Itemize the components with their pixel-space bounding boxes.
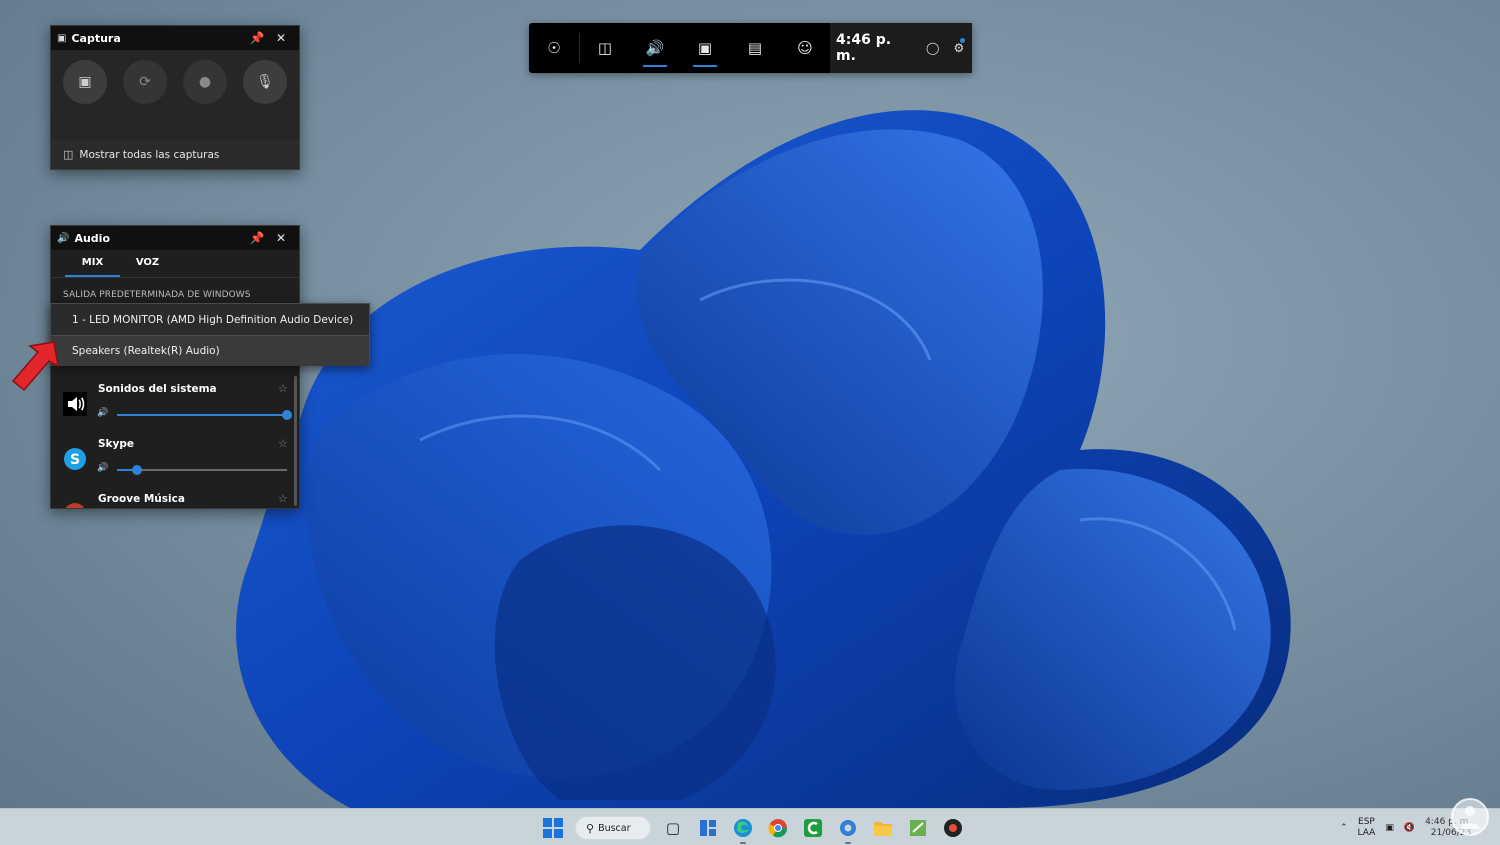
red-arrow-annotation — [11, 341, 59, 392]
network-icon[interactable]: ▣ — [1385, 823, 1394, 833]
chevron-up-icon[interactable]: ⌃ — [1340, 823, 1348, 833]
pin-icon[interactable]: 📌 — [245, 231, 269, 245]
show-all-captures-label: Mostrar todas las capturas — [79, 148, 220, 161]
app-name: Skype — [98, 438, 135, 450]
record-last-icon: ⟳ — [139, 74, 151, 90]
notification-dot — [960, 38, 965, 43]
widget-menu-icon: ◫ — [597, 39, 613, 57]
folder-icon — [874, 822, 892, 836]
output-option-speakers[interactable]: Speakers (Realtek(R) Audio) — [51, 335, 369, 366]
people-icon: ☺ — [797, 39, 813, 57]
greenshot-button[interactable] — [905, 815, 931, 841]
record-last-button[interactable]: ⟳ — [123, 60, 167, 104]
capture-widget-button[interactable]: ▣ — [680, 23, 730, 73]
audio-scrollbar[interactable] — [294, 376, 297, 506]
settings-gear-icon — [840, 820, 856, 836]
star-icon[interactable]: ☆ — [278, 382, 288, 395]
performance-icon: ▤ — [747, 39, 763, 57]
media-icon — [944, 819, 962, 837]
app-name: Groove Música — [98, 493, 185, 505]
audio-tabs: MIX VOZ — [51, 250, 299, 278]
solvetic-logo — [1451, 798, 1489, 836]
audio-title: Audio — [74, 231, 110, 245]
capture-header[interactable]: ▣ Captura 📌 ✕ — [51, 26, 299, 50]
output-device-dropdown: 1 - LED MONITOR (AMD High Definition Aud… — [50, 303, 370, 366]
capture-icon: ▣ — [697, 39, 713, 57]
speaker-icon: 🔊 — [645, 39, 665, 57]
search-label: Buscar — [598, 822, 631, 834]
star-icon[interactable]: ☆ — [278, 492, 288, 505]
mic-toggle-button[interactable]: 🎙 — [243, 60, 287, 104]
performance-widget-button[interactable]: ▤ — [730, 23, 780, 73]
app-name: Sonidos del sistema — [98, 383, 217, 395]
task-view-button[interactable]: ▢ — [660, 815, 686, 841]
xbox-button[interactable]: ☉ — [529, 23, 579, 73]
gallery-icon: ◫ — [63, 148, 74, 161]
volume-icon[interactable]: 🔊 — [97, 408, 108, 418]
widgets-button[interactable] — [695, 815, 721, 841]
media-app-button[interactable] — [940, 815, 966, 841]
settings-button[interactable]: ⚙ — [946, 38, 972, 55]
record-icon: ● — [198, 74, 212, 90]
svg-text:S: S — [70, 452, 80, 468]
edge-icon — [734, 819, 752, 837]
camtasia-button[interactable] — [800, 815, 826, 841]
volume-muted-icon[interactable]: 🔇 — [1404, 823, 1415, 833]
camera-icon: ▣ — [78, 74, 92, 90]
game-bar: ☉ ◫ 🔊 ▣ ▤ ☺ 4:46 p. m. ◯ ⚙ — [529, 23, 972, 73]
capture-title: Captura — [71, 31, 121, 45]
mouse-icon[interactable]: ◯ — [920, 41, 946, 55]
capture-widget: ▣ Captura 📌 ✕ ▣ ⟳ ● 🎙 ◫ Mostrar todas la… — [50, 25, 300, 170]
record-button[interactable]: ● — [183, 60, 227, 104]
volume-icon[interactable]: 🔊 — [97, 463, 108, 473]
audio-header[interactable]: 🔊 Audio 📌 ✕ — [51, 226, 299, 250]
list-item-skype: S Skype ☆ 🔊 — [51, 426, 299, 481]
tab-voz[interactable]: VOZ — [120, 250, 175, 277]
volume-slider[interactable] — [117, 410, 292, 420]
windows-icon — [543, 818, 563, 838]
taskbar-search[interactable]: ⚲ Buscar — [575, 816, 651, 840]
tab-mix[interactable]: MIX — [65, 250, 120, 277]
list-item-groove: Groove Música ☆ — [51, 481, 299, 508]
output-option-led-monitor[interactable]: 1 - LED MONITOR (AMD High Definition Aud… — [51, 304, 369, 335]
keyboard-layout: LAA — [1357, 828, 1376, 838]
screenshot-button[interactable]: ▣ — [63, 60, 107, 104]
greenshot-icon — [910, 820, 926, 836]
list-item-system-sounds: Sonidos del sistema ☆ 🔊 — [51, 371, 299, 426]
camtasia-icon — [804, 819, 822, 837]
file-explorer-button[interactable] — [870, 815, 896, 841]
widget-menu-button[interactable]: ◫ — [580, 23, 630, 73]
audio-widget: 🔊 Audio 📌 ✕ MIX VOZ SALIDA PREDETERMINAD… — [50, 225, 300, 509]
show-all-captures-link[interactable]: ◫ Mostrar todas las capturas — [51, 140, 299, 169]
widgets-icon — [700, 820, 716, 836]
audio-widget-button[interactable]: 🔊 — [630, 23, 680, 73]
capture-widget-icon: ▣ — [57, 32, 67, 44]
task-view-icon: ▢ — [665, 819, 681, 837]
groove-music-icon — [65, 503, 85, 508]
xbox-icon: ☉ — [547, 39, 561, 57]
taskbar: ⚲ Buscar ▢ ⌃ ESP LAA ▣ 🔇 4:46 p. m. 21/0… — [0, 808, 1500, 845]
volume-slider[interactable] — [117, 465, 287, 475]
speaker-icon: 🔊 — [57, 232, 70, 244]
game-bar-clock: 4:46 p. m. — [836, 32, 892, 64]
star-icon[interactable]: ☆ — [278, 437, 288, 450]
mic-off-icon: 🎙 — [256, 74, 274, 90]
xbox-social-button[interactable]: ☺ — [780, 23, 830, 73]
search-icon: ⚲ — [586, 821, 595, 835]
language-indicator[interactable]: ESP LAA — [1358, 817, 1376, 839]
chrome-button[interactable] — [765, 815, 791, 841]
start-button[interactable] — [540, 815, 566, 841]
skype-icon: S — [64, 448, 86, 470]
pin-icon[interactable]: 📌 — [245, 31, 269, 45]
default-output-label: SALIDA PREDETERMINADA DE WINDOWS — [63, 290, 251, 300]
language-code: ESP — [1358, 817, 1375, 827]
close-icon[interactable]: ✕ — [269, 231, 293, 245]
system-sounds-icon — [63, 392, 87, 416]
close-icon[interactable]: ✕ — [269, 31, 293, 45]
chrome-icon — [768, 819, 788, 838]
edge-button[interactable] — [730, 815, 756, 844]
settings-app-button[interactable] — [835, 815, 861, 844]
gear-icon: ⚙ — [953, 41, 965, 55]
